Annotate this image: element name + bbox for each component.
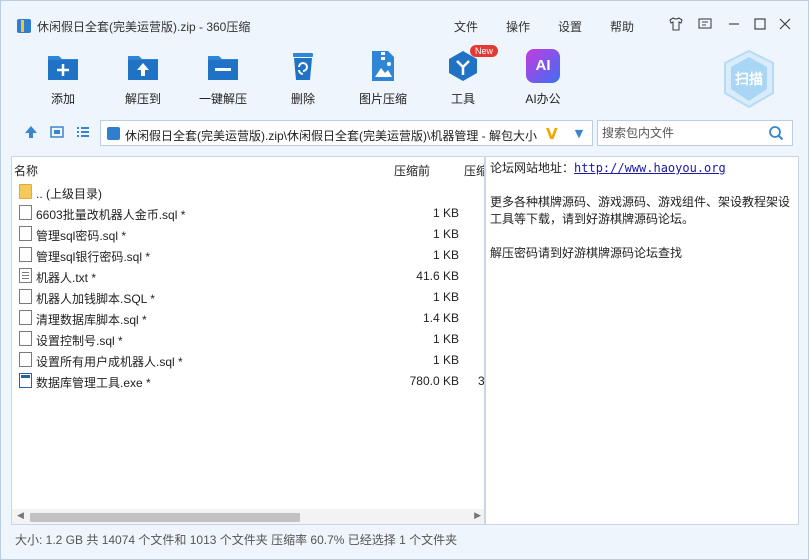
list-item[interactable]: 管理sql银行密码.sql * 1 KB [12, 244, 484, 265]
image-compress-icon [366, 49, 400, 83]
column-name[interactable]: 名称 [14, 162, 38, 179]
scan-button[interactable]: 扫描 [721, 49, 777, 109]
delete-icon [286, 49, 320, 83]
folder-icon [19, 184, 32, 199]
up-arrow-icon[interactable] [23, 124, 39, 140]
menu-operate[interactable]: 操作 [506, 18, 530, 35]
menu-help[interactable]: 帮助 [610, 18, 634, 35]
download-note: 更多各种棋牌源码、游戏源码、游戏组件、架设教程架设工具等下载，请到好游棋牌源码论… [490, 195, 791, 226]
address-path: 休闲假日全套(完美运营版).zip\休闲假日全套(完美运营版)\机器管理 - 解… [125, 129, 537, 143]
list-item[interactable]: 设置控制号.sql * 1 KB [12, 328, 484, 349]
title-bar: 休闲假日全套(完美运营版).zip - 360压缩 文件 操作 设置 帮助 [1, 1, 808, 37]
list-item[interactable]: 机器人.txt * 41.6 KB [12, 265, 484, 286]
scrollbar-thumb[interactable] [30, 513, 300, 522]
forum-link[interactable]: http://www.haoyou.org [574, 161, 726, 175]
app-window: 休闲假日全套(完美运营版).zip - 360压缩 文件 操作 设置 帮助 添加 [0, 0, 809, 560]
text-file-icon [19, 268, 32, 283]
scroll-left-icon[interactable]: ◀ [17, 511, 24, 521]
window-title: 休闲假日全套(完美运营版).zip - 360压缩 [37, 20, 251, 34]
exe-file-icon [19, 373, 32, 388]
password-note: 解压密码请到好游棋牌源码论坛查找 [490, 246, 683, 260]
list-item[interactable]: 设置所有用户成机器人.sql * 1 KB [12, 349, 484, 370]
thumbnail-view-icon[interactable] [49, 124, 65, 140]
file-icon [19, 310, 32, 325]
archive-comment-pane: 论坛网站地址：http://www.haoyou.org 更多各种棋牌源码、游戏… [485, 156, 799, 525]
column-size[interactable]: 压缩前 [394, 162, 430, 179]
new-badge: New [470, 45, 499, 57]
search-box [597, 120, 793, 146]
file-icon [19, 352, 32, 367]
file-list-pane: 名称 压缩前 压缩 .. (上级目录) 6603批量改机器人金币.sql * 1… [11, 156, 485, 525]
extract-to-button[interactable]: 解压到 [103, 49, 183, 113]
extract-to-icon [126, 49, 160, 83]
feedback-icon[interactable] [696, 16, 714, 34]
v-logo-icon: V [546, 125, 558, 143]
list-view-icon[interactable] [75, 124, 91, 140]
file-icon [19, 289, 32, 304]
file-icon [19, 331, 32, 346]
add-icon [46, 49, 80, 83]
add-button[interactable]: 添加 [23, 49, 103, 113]
scan-label: 扫描 [735, 71, 763, 87]
skin-icon[interactable] [667, 16, 685, 34]
dropdown-icon[interactable]: ▼ [571, 127, 587, 141]
list-item[interactable]: 数据库管理工具.exe * 780.0 KB 3 [12, 370, 484, 391]
address-bar[interactable]: 休闲假日全套(完美运营版).zip\休闲假日全套(完美运营版)\机器管理 - 解… [100, 120, 593, 146]
column-compressed[interactable]: 压缩 [464, 162, 484, 179]
close-icon[interactable] [776, 16, 794, 34]
list-item[interactable]: 机器人加钱脚本.SQL * 1 KB [12, 286, 484, 307]
maximize-icon[interactable] [751, 16, 769, 34]
horizontal-scrollbar[interactable]: ◀ ▶ [12, 509, 484, 524]
status-bar: 大小: 1.2 GB 共 14074 个文件和 1013 个文件夹 压缩率 60… [15, 533, 458, 547]
delete-button[interactable]: 删除 [263, 49, 343, 113]
zip-icon [107, 127, 120, 140]
menu-settings[interactable]: 设置 [558, 18, 582, 35]
toolbar: 添加 解压到 一键解压 删除 图片压缩 New 工具 AI AI办公 扫描 [1, 41, 808, 113]
forum-address-line: 论坛网站地址：http://www.haoyou.org [490, 161, 726, 175]
file-icon [19, 226, 32, 241]
list-item[interactable]: 清理数据库脚本.sql * 1.4 KB [12, 307, 484, 328]
ai-office-icon: AI [526, 49, 560, 83]
one-click-extract-button[interactable]: 一键解压 [183, 49, 263, 113]
search-input[interactable] [602, 125, 762, 141]
ai-office-button[interactable]: AI AI办公 [503, 49, 583, 113]
image-compress-button[interactable]: 图片压缩 [343, 49, 423, 113]
list-item[interactable]: 管理sql密码.sql * 1 KB [12, 223, 484, 244]
tools-button[interactable]: New 工具 [423, 45, 503, 113]
minimize-icon[interactable] [725, 16, 743, 34]
zip-app-icon [17, 19, 31, 33]
scroll-right-icon[interactable]: ▶ [474, 511, 481, 521]
address-row: 休闲假日全套(完美运营版).zip\休闲假日全套(完美运营版)\机器管理 - 解… [1, 118, 808, 146]
list-item[interactable]: .. (上级目录) [12, 181, 484, 202]
file-icon [19, 205, 32, 220]
one-click-extract-icon [206, 49, 240, 83]
file-icon [19, 247, 32, 262]
menu-file[interactable]: 文件 [454, 18, 478, 35]
search-icon[interactable] [768, 125, 784, 141]
file-list-header: 名称 压缩前 压缩 [12, 157, 484, 179]
list-item[interactable]: 6603批量改机器人金币.sql * 1 KB [12, 202, 484, 223]
